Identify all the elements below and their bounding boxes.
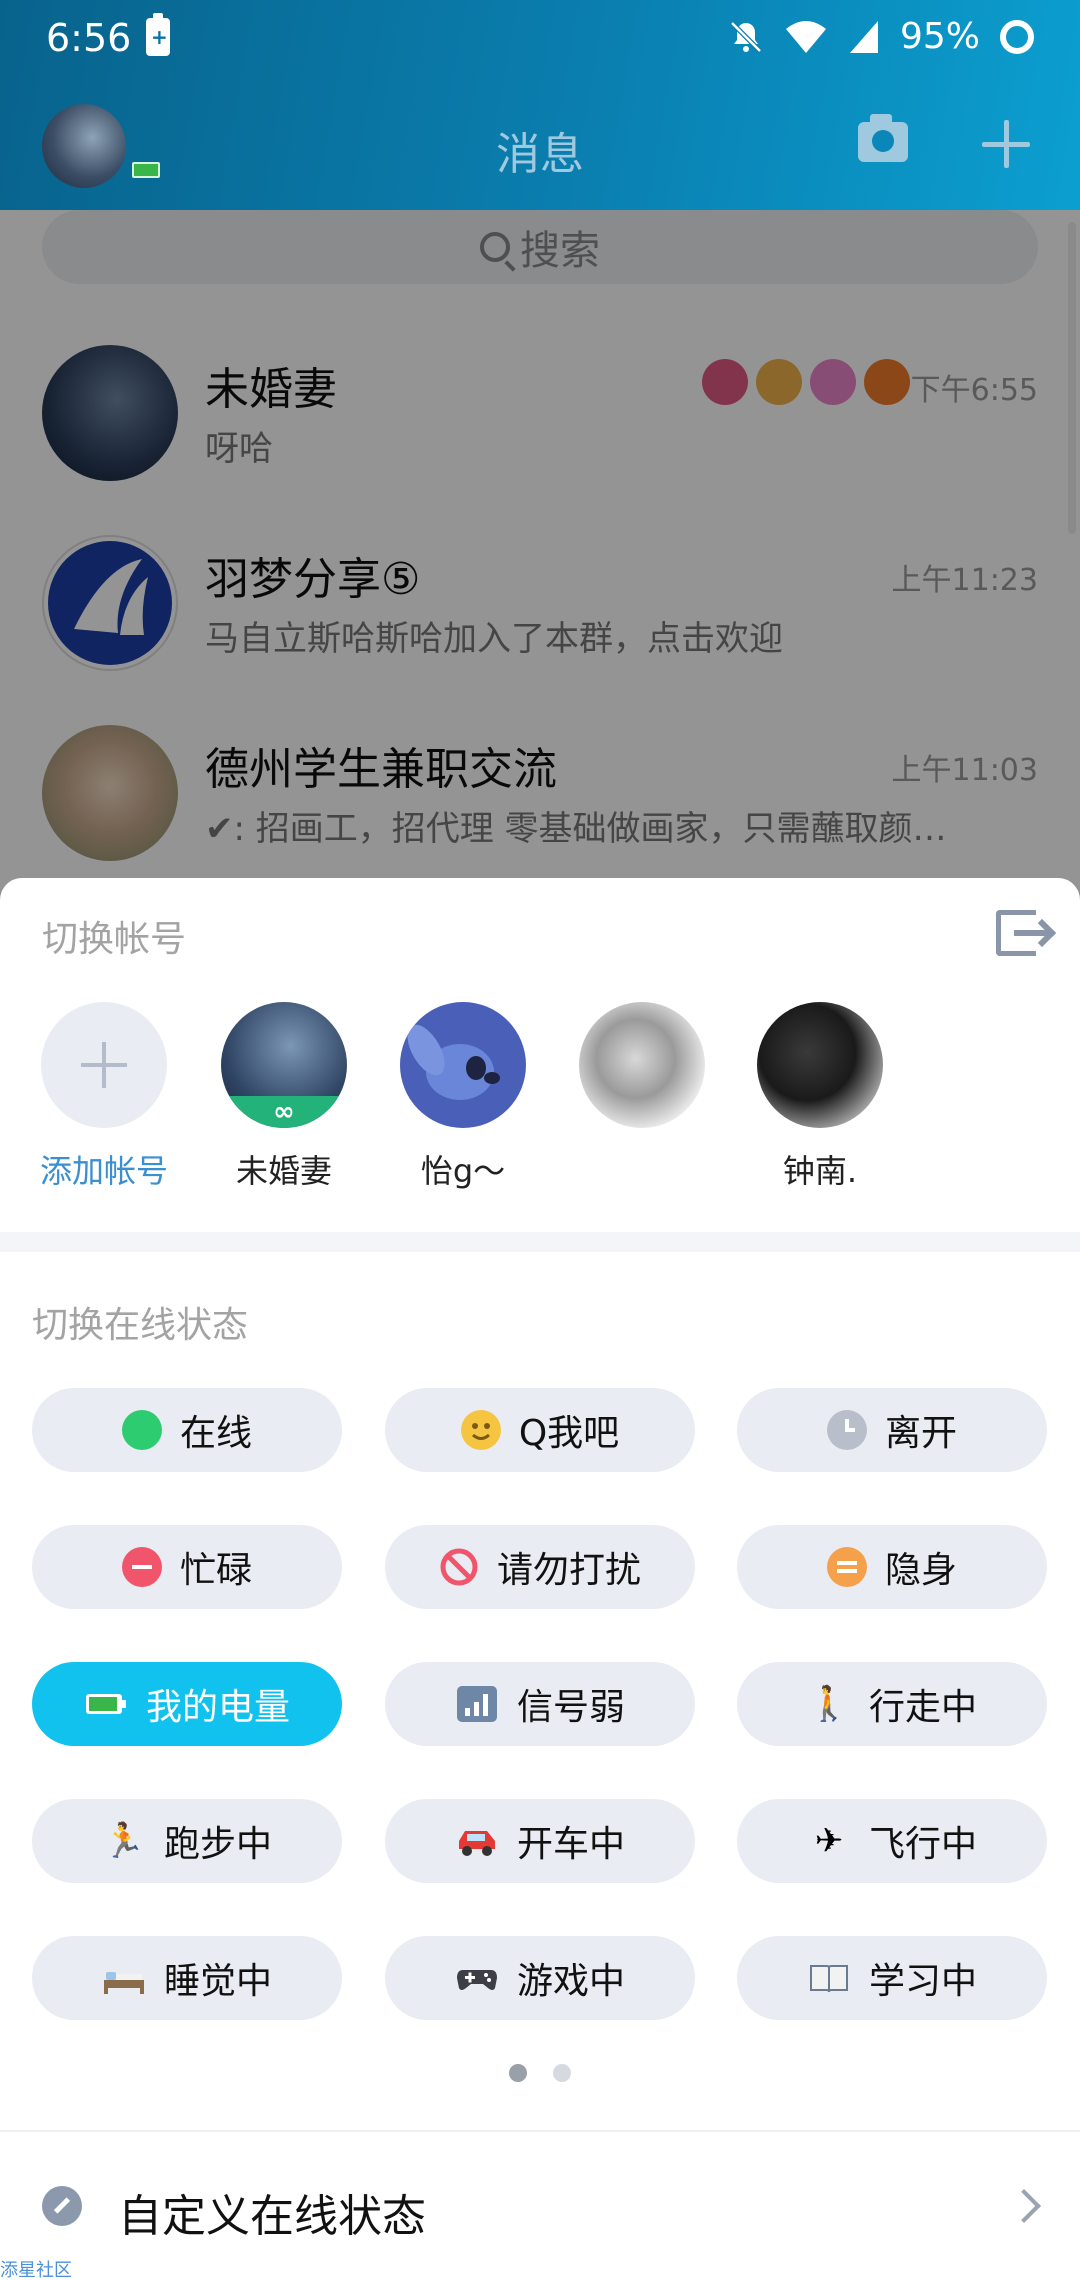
avatar	[757, 1002, 883, 1128]
page-title: 消息	[496, 129, 584, 180]
signal-icon	[455, 1684, 499, 1724]
account-item[interactable]	[567, 1002, 717, 1146]
car-icon	[455, 1821, 499, 1861]
wifi-icon	[785, 20, 826, 53]
status-option-studying[interactable]: 学习中	[737, 1936, 1047, 2020]
chevron-right-icon	[1007, 2189, 1041, 2223]
account-name: 怡g～	[420, 1152, 506, 1190]
custom-status-label: 自定义在线状态	[118, 2191, 426, 2242]
battery-percent: 95%	[899, 16, 980, 57]
switch-account-title: 切换帐号	[42, 919, 187, 960]
section-divider	[0, 1232, 1080, 1252]
page-indicator	[0, 2064, 1080, 2086]
battery-ring-icon	[1000, 19, 1034, 54]
status-option-away[interactable]: 离开	[737, 1388, 1047, 1472]
running-icon: 🏃	[102, 1821, 146, 1861]
custom-status-row[interactable]: 自定义在线状态	[0, 2130, 1080, 2280]
avatar	[579, 1002, 705, 1128]
status-option-do-not-disturb[interactable]: 请勿打扰	[385, 1525, 695, 1609]
status-option-flying[interactable]: ✈ 飞行中	[737, 1799, 1047, 1883]
page-dot[interactable]	[552, 2064, 571, 2082]
status-option-battery[interactable]: 我的电量	[32, 1662, 342, 1746]
status-option-invisible[interactable]: 隐身	[737, 1525, 1047, 1609]
status-option-weak-signal[interactable]: 信号弱	[385, 1662, 695, 1746]
add-plus-icon[interactable]	[982, 120, 1030, 168]
status-option-busy[interactable]: 忙碌	[32, 1525, 342, 1609]
pencil-icon	[42, 2186, 82, 2226]
status-option-online[interactable]: 在线	[32, 1388, 342, 1472]
account-name: 未婚妻	[235, 1152, 332, 1190]
avatar	[400, 1002, 526, 1128]
stitch-avatar-icon	[407, 1024, 500, 1100]
cell-signal-icon	[849, 20, 878, 53]
no-disturb-icon	[439, 1547, 479, 1587]
add-account-button[interactable]: 添加帐号	[29, 1002, 179, 1192]
page-dot-active[interactable]	[509, 2064, 528, 2082]
status-option-walking[interactable]: 🚶 行走中	[737, 1662, 1047, 1746]
avatar: ∞	[221, 1002, 347, 1128]
account-item[interactable]: 钟南.	[745, 1002, 895, 1192]
smile-icon	[460, 1410, 501, 1450]
online-icon	[121, 1410, 162, 1450]
bed-icon	[102, 1958, 146, 1998]
status-option-sleeping[interactable]: 睡觉中	[32, 1936, 342, 2020]
busy-icon	[121, 1547, 162, 1587]
add-account-label: 添加帐号	[39, 1152, 168, 1190]
top-bar: 6:56 + 95% 消息	[0, 0, 1080, 210]
plus-icon	[41, 1002, 167, 1128]
account-name: 钟南.	[782, 1152, 858, 1190]
status-option-q-me[interactable]: Q我吧	[385, 1388, 695, 1472]
battery-icon	[84, 1684, 128, 1724]
scrollbar[interactable]	[1068, 222, 1076, 534]
bell-muted-icon	[730, 20, 762, 53]
status-option-running[interactable]: 🏃 跑步中	[32, 1799, 342, 1883]
account-item[interactable]: 怡g～	[388, 1002, 538, 1192]
book-icon	[807, 1958, 851, 1998]
account-item[interactable]: ∞ 未婚妻	[209, 1002, 359, 1192]
status-time: 6:56	[46, 16, 132, 60]
walking-icon: 🚶	[807, 1684, 851, 1724]
account-status-sheet: 切换帐号 添加帐号 ∞ 未婚妻 怡g～ 钟南. 切换在线状态 在线 Q我吧 离开…	[0, 878, 1080, 2280]
invisible-icon	[826, 1547, 867, 1587]
switch-status-title: 切换在线状态	[32, 1305, 249, 1346]
status-option-driving[interactable]: 开车中	[385, 1799, 695, 1883]
camera-icon[interactable]	[858, 114, 908, 162]
status-indicators: 95%	[728, 16, 1034, 57]
infinity-icon: ∞	[221, 1096, 347, 1128]
clock-icon	[826, 1410, 867, 1450]
airplane-icon: ✈	[814, 1821, 844, 1861]
status-option-gaming[interactable]: 游戏中	[385, 1936, 695, 2020]
gamepad-icon	[455, 1958, 499, 1998]
status-bar: 6:56 + 95%	[0, 0, 1080, 80]
battery-saver-icon: +	[146, 13, 170, 56]
watermark: 添星社区	[0, 2260, 72, 2280]
